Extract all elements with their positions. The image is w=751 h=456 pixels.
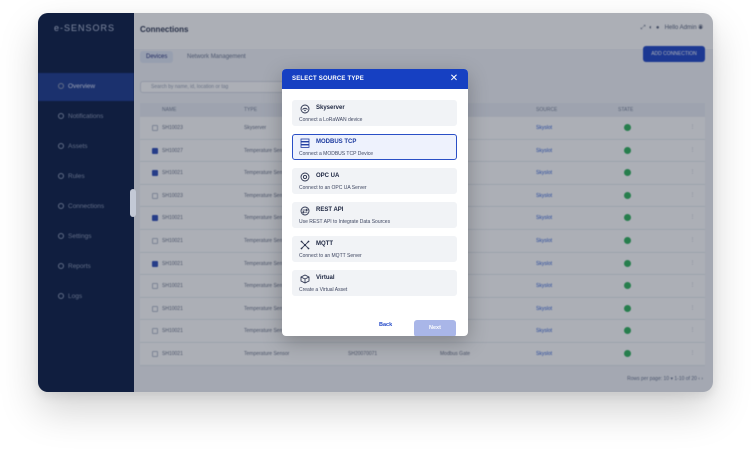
source-option-opc-ua[interactable]: OPC UA Connect to an OPC UA Server	[292, 168, 457, 194]
app-window: e-SENSORS Overview Notifications Assets …	[38, 13, 713, 392]
skyserver-icon	[300, 104, 310, 114]
dialog-title: SELECT SOURCE TYPE	[282, 69, 468, 89]
option-title: Skyserver	[316, 105, 345, 111]
option-description: Connect a MODBUS TCP Device	[299, 151, 374, 157]
source-option-virtual[interactable]: Virtual Create a Virtual Asset	[292, 270, 457, 296]
next-button[interactable]: Next	[414, 320, 456, 336]
opc-ua-icon	[300, 172, 310, 182]
back-button[interactable]: Back	[379, 322, 392, 328]
option-description: Connect to an OPC UA Server	[299, 185, 367, 191]
virtual-icon	[300, 274, 310, 284]
option-description: Use REST API to Integrate Data Sources	[299, 219, 391, 225]
option-title: Virtual	[316, 275, 335, 281]
source-option-mqtt[interactable]: MQTT Connect to an MQTT Server	[292, 236, 457, 262]
source-option-skyserver[interactable]: Skyserver Connect a LoRaWAN device	[292, 100, 457, 126]
option-title: OPC UA	[316, 173, 340, 179]
option-title: MODBUS TCP	[316, 139, 357, 145]
option-description: Create a Virtual Asset	[299, 287, 348, 293]
sidebar-collapse-handle[interactable]	[130, 189, 136, 217]
source-option-modbus-tcp[interactable]: MODBUS TCP Connect a MODBUS TCP Device	[292, 134, 457, 160]
option-title: REST API	[316, 207, 344, 213]
select-source-type-dialog: SELECT SOURCE TYPE ✕ Skyserver Connect a…	[282, 69, 468, 336]
rest-api-icon	[300, 206, 310, 216]
option-description: Connect to an MQTT Server	[299, 253, 362, 259]
source-option-rest-api[interactable]: REST API Use REST API to Integrate Data …	[292, 202, 457, 228]
close-icon[interactable]: ✕	[448, 73, 460, 85]
mqtt-icon	[300, 240, 310, 250]
option-description: Connect a LoRaWAN device	[299, 117, 363, 123]
option-title: MQTT	[316, 241, 333, 247]
modbus-icon	[300, 138, 310, 148]
